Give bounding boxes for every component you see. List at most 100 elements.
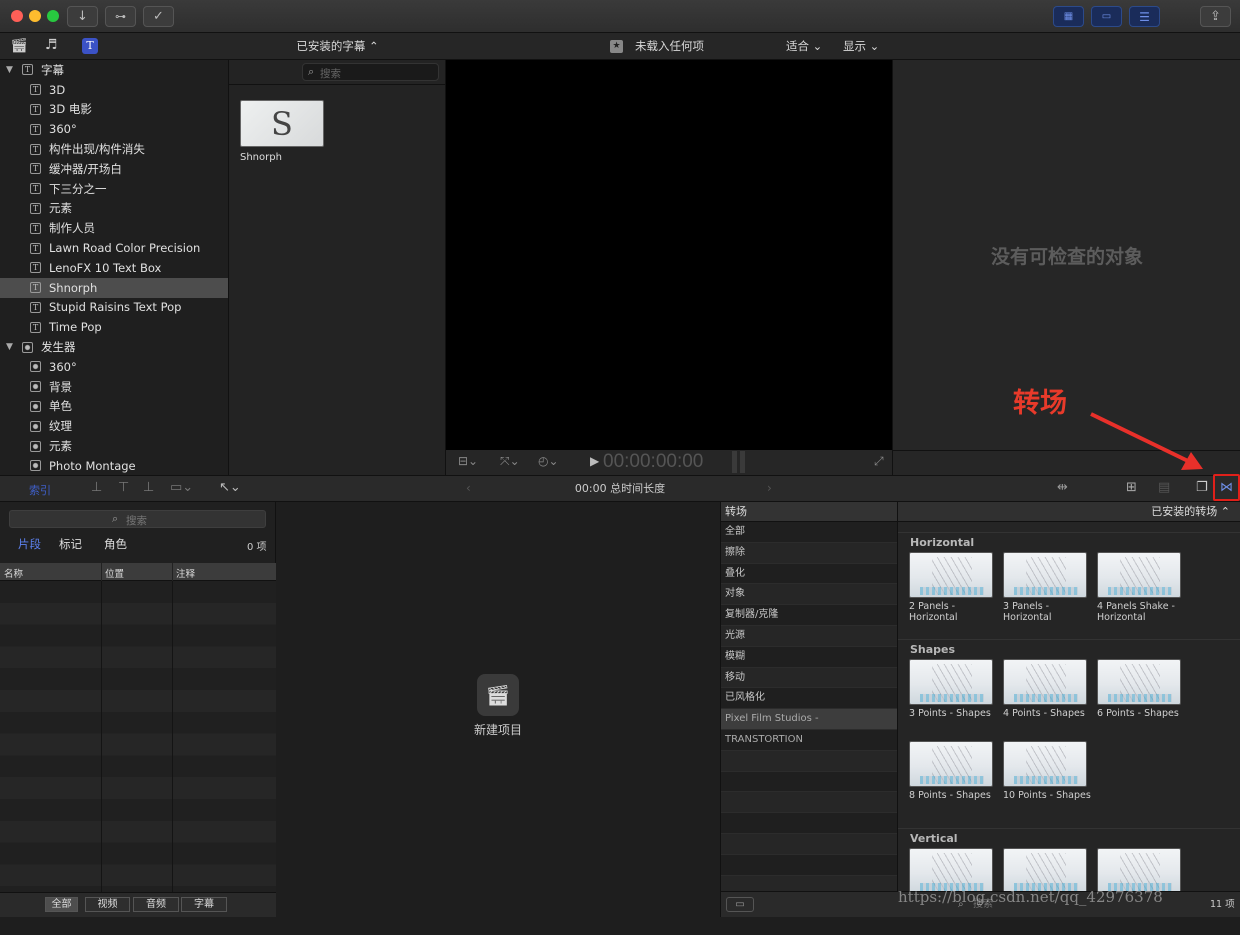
import-button[interactable]: ↓ xyxy=(67,6,98,27)
sidebar-item-generator[interactable]: 背景 xyxy=(0,377,228,397)
index-button[interactable]: 索引 xyxy=(29,482,51,498)
forward-arrow-icon[interactable]: › xyxy=(767,481,772,495)
show-timeline-button[interactable]: ▭ xyxy=(1091,6,1122,27)
viewer-canvas[interactable] xyxy=(446,60,892,450)
sidebar-item-caption[interactable]: T 制作人员 xyxy=(0,218,228,238)
title-thumbnail[interactable]: S xyxy=(240,100,324,147)
clapper-icon[interactable]: 🎬︎ xyxy=(10,38,28,54)
sidebar-item-generator[interactable]: 元素 xyxy=(0,436,228,456)
column-header-position[interactable]: 位置 xyxy=(105,566,124,580)
browser-title[interactable]: 已安装的字幕 ⌃ xyxy=(229,33,446,60)
effects-browser-icon[interactable]: ▤ xyxy=(1158,480,1170,495)
new-project-label[interactable]: 新建项目 xyxy=(448,721,548,738)
transition-thumbnail xyxy=(1003,659,1087,705)
append-clip-icon[interactable]: ⊥ xyxy=(143,480,154,495)
fullscreen-icon[interactable]: ⤢ xyxy=(874,454,884,469)
show-browser-button[interactable]: ▦ xyxy=(1053,6,1084,27)
show-inspector-button[interactable]: ☰ xyxy=(1129,6,1160,27)
installed-transitions-menu[interactable]: 已安装的转场 ⌃ xyxy=(898,502,1240,522)
sidebar-item-caption[interactable]: T Shnorph xyxy=(0,277,228,298)
share-button[interactable]: ⇪ xyxy=(1200,6,1231,27)
transition-category[interactable]: 模糊 xyxy=(721,646,897,668)
transition-item[interactable]: 8 Points - Shapes xyxy=(909,741,993,824)
transition-category[interactable]: 已风格化 xyxy=(721,688,897,710)
transition-item[interactable]: 6 Points - Shapes xyxy=(1097,659,1181,741)
fit-menu[interactable]: 适合 ⌄ xyxy=(786,33,822,60)
sidebar-item-caption[interactable]: T 缓冲器/开场白 xyxy=(0,159,228,179)
column-header-notes[interactable]: 注释 xyxy=(176,566,195,580)
sidebar-toggle-icon[interactable]: ▭ xyxy=(726,897,754,912)
transition-category[interactable]: 叠化 xyxy=(721,563,897,585)
photos-browser-icon[interactable]: ❐ xyxy=(1196,480,1208,495)
overwrite-clip-icon[interactable]: ▭⌄ xyxy=(170,480,193,495)
sidebar-item-caption[interactable]: T 构件出现/构件消失 xyxy=(0,139,228,159)
title-icon: T xyxy=(30,143,41,155)
star-icon: ★ xyxy=(610,40,623,53)
transition-category[interactable]: 全部 xyxy=(721,522,897,543)
tab-markers[interactable]: 标记 xyxy=(59,536,82,552)
keywords-button[interactable]: ⊶ xyxy=(105,6,136,27)
column-header-name[interactable]: 名称 xyxy=(4,566,23,580)
transition-item[interactable]: 10 Points - Shapes xyxy=(1003,741,1091,824)
sidebar-item-caption[interactable]: T 元素 xyxy=(0,199,228,219)
minimize-button[interactable] xyxy=(29,10,41,22)
transition-item[interactable]: 4 Points - Shapes xyxy=(1003,659,1087,741)
transition-category[interactable]: 复制器/克隆 xyxy=(721,605,897,626)
connect-clip-icon[interactable]: ⊥ xyxy=(91,480,102,495)
sidebar: ▼ T 字幕 T 3D T 3D 电影 T 360° T 构件出现/构件消失 T 缓冲器/开场白 T 下三… xyxy=(0,60,229,475)
audio-skimming-icon[interactable]: ⇹ xyxy=(1057,480,1068,495)
disclosure-triangle-icon[interactable]: ▼ xyxy=(6,65,16,75)
view-options-icon[interactable]: ⊟⌄ xyxy=(458,454,478,468)
close-button[interactable] xyxy=(11,10,23,22)
transition-label: 2 Panels - Horizontal xyxy=(909,601,958,623)
back-arrow-icon[interactable]: ‹ xyxy=(466,481,471,495)
transition-item[interactable]: 4 Panels Shake - Horizontal xyxy=(1097,552,1181,635)
transition-item[interactable]: 3 Points - Shapes xyxy=(909,659,993,741)
transition-category[interactable]: 光源 xyxy=(721,625,897,647)
sidebar-item-caption[interactable]: T 3D xyxy=(0,80,228,100)
new-project-icon[interactable]: 🎬︎ xyxy=(477,674,519,716)
photos-audio-icon[interactable]: ♬ xyxy=(45,37,58,53)
sidebar-item-caption[interactable]: T Stupid Raisins Text Pop xyxy=(0,298,228,318)
sidebar-item-caption[interactable]: T 3D 电影 xyxy=(0,100,228,120)
play-icon[interactable]: ▶ xyxy=(590,454,599,468)
transition-category[interactable]: 擦除 xyxy=(721,542,897,564)
disclosure-triangle-icon[interactable]: ▼ xyxy=(6,342,16,352)
zoom-button[interactable] xyxy=(47,10,59,22)
display-menu[interactable]: 显示 ⌄ xyxy=(843,33,879,60)
sidebar-item-generator[interactable]: 360° xyxy=(0,357,228,377)
sidebar-item-label: Shnorph xyxy=(49,280,98,295)
viewer-status: 未载入任何项 xyxy=(635,39,704,53)
filter-titles[interactable]: 字幕 xyxy=(181,897,227,912)
sidebar-item-generator[interactable]: 纹理 xyxy=(0,416,228,436)
insert-clip-icon[interactable]: ⊤ xyxy=(118,480,129,495)
transform-icon[interactable]: ⤧⌄ xyxy=(500,454,520,469)
sidebar-group-generators[interactable]: ▼ 发生器 xyxy=(0,337,228,357)
filter-audio[interactable]: 音频 xyxy=(133,897,179,912)
transition-item[interactable]: 2 Panels - Horizontal xyxy=(909,552,993,635)
speed-icon[interactable]: ◴⌄ xyxy=(538,454,559,468)
filter-video[interactable]: 视频 xyxy=(85,897,130,912)
titles-generators-icon[interactable]: T xyxy=(82,38,98,54)
tab-clips[interactable]: 片段 xyxy=(18,536,41,552)
sidebar-group-captions[interactable]: ▼ T 字幕 xyxy=(0,60,228,80)
sidebar-item-generator[interactable]: 单色 xyxy=(0,397,228,417)
tab-roles[interactable]: 角色 xyxy=(104,536,127,552)
sidebar-item-caption[interactable]: T Time Pop xyxy=(0,317,228,337)
browser-search-input[interactable]: ⌕ 搜索 xyxy=(302,63,439,81)
sidebar-item-caption[interactable]: T 360° xyxy=(0,119,228,139)
transition-category[interactable]: Pixel Film Studios - TRANSTORTION xyxy=(721,709,897,745)
transition-category[interactable]: 移动 xyxy=(721,667,897,689)
background-tasks-button[interactable]: ✓ xyxy=(143,6,174,27)
select-tool-icon[interactable]: ↖⌄ xyxy=(219,480,241,495)
index-search-input[interactable]: ⌕ 搜索 xyxy=(9,510,266,528)
sidebar-item-generator[interactable]: Photo Montage xyxy=(0,456,228,475)
sidebar-item-caption[interactable]: T 下三分之一 xyxy=(0,179,228,199)
transition-category[interactable]: 对象 xyxy=(721,584,897,606)
transition-item[interactable]: 3 Panels - Horizontal xyxy=(1003,552,1087,635)
transitions-browser-button[interactable]: ⋈ xyxy=(1213,474,1240,501)
sidebar-item-caption[interactable]: T LenoFX 10 Text Box xyxy=(0,258,228,278)
filter-all[interactable]: 全部 xyxy=(45,897,78,912)
clip-appearance-icon[interactable]: ⊞ xyxy=(1126,480,1137,495)
sidebar-item-caption[interactable]: T Lawn Road Color Precision xyxy=(0,238,228,258)
